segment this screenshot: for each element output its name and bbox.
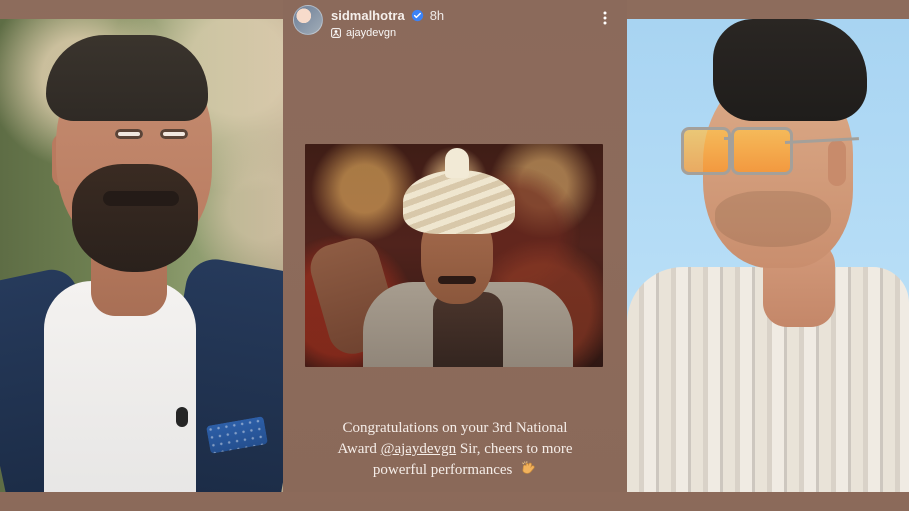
sunglasses-bridge-shape (724, 137, 734, 140)
clap-emoji-icon (520, 460, 537, 477)
verified-badge-icon (411, 9, 424, 22)
stubble-shape (715, 191, 831, 247)
caption-line-2-prefix: Award (337, 441, 381, 457)
caption-line-1: Congratulations on your 3rd National (342, 420, 568, 436)
person-tag-icon (331, 28, 341, 38)
story-avatar[interactable] (293, 5, 323, 35)
right-portrait-photo (627, 19, 909, 492)
more-options-button[interactable] (599, 9, 611, 27)
instagram-story-panel: sidmalhotra 8h ajaydevgn Congratulations… (283, 0, 627, 492)
story-media-image (305, 144, 603, 367)
beard-shape (72, 164, 198, 272)
more-vertical-icon (603, 11, 607, 25)
turban-crest-shape (445, 148, 469, 178)
actor-mustache-shape (438, 276, 476, 284)
story-header: sidmalhotra 8h ajaydevgn (293, 5, 617, 43)
screenshot-canvas: sidmalhotra 8h ajaydevgn Congratulations… (0, 0, 909, 511)
story-caption: Congratulations on your 3rd National Awa… (307, 418, 603, 481)
hair-shape (713, 19, 867, 121)
right-eye-shape (160, 129, 188, 139)
caption-line-3-text: powerful performances (372, 462, 513, 478)
hair-shape (46, 35, 208, 121)
caption-line-3: powerful performances (307, 460, 603, 481)
mentioned-account[interactable]: ajaydevgn (346, 27, 396, 39)
mustache-shape (103, 191, 179, 206)
caption-handle-link[interactable]: @ajaydevgn (381, 441, 456, 457)
story-user-row: sidmalhotra 8h (331, 8, 444, 23)
robe-center-shape (433, 292, 503, 367)
lapel-mic-shape (176, 407, 188, 427)
ear-shape (828, 140, 846, 186)
left-portrait-photo (0, 19, 283, 492)
left-eye-shape (115, 129, 143, 139)
turban-shape (403, 170, 515, 234)
story-mention-row: ajaydevgn (331, 27, 396, 39)
sunglasses-right-lens-shape (731, 127, 793, 175)
caption-line-2: Award @ajaydevgn Sir, cheers to more (307, 439, 603, 460)
story-username[interactable]: sidmalhotra (331, 8, 405, 23)
story-timestamp: 8h (429, 8, 445, 23)
sunglasses-left-lens-shape (681, 127, 731, 175)
caption-line-2-suffix: Sir, cheers to more (456, 441, 573, 457)
